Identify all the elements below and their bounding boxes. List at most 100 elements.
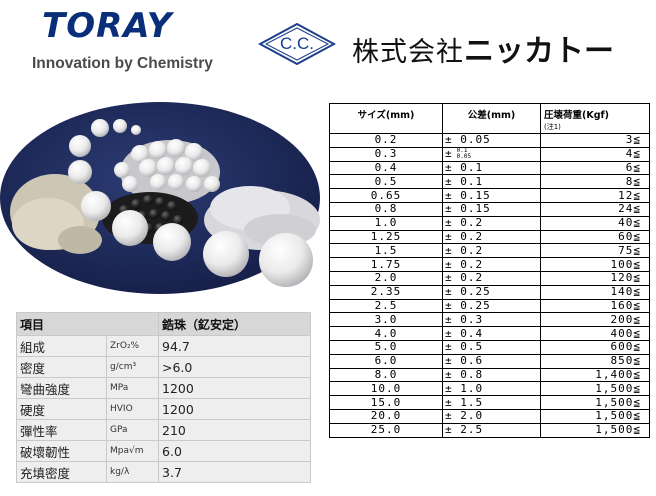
- size-cell: 4.0: [329, 326, 443, 341]
- tolerance-stack: 0.1 0.05: [457, 148, 471, 160]
- ball-medium-2: [112, 210, 148, 246]
- cc-mark-text: C.C.: [280, 34, 314, 53]
- header-crush-load-note: (注1): [544, 123, 561, 131]
- size-table-body: 0.2 ± 0.05 3≦ 0.3 ±0.1 0.05 4≦ 0.4 ± 0.1 6≦ 0.5 ± 0…: [329, 133, 650, 438]
- table-row: 2.0 ± 0.2 120≦: [329, 270, 650, 286]
- size-cell: 2.0: [329, 270, 443, 286]
- ball-small-3: [131, 125, 141, 135]
- table-row: 2.35 ± 0.25 140≦: [329, 284, 650, 300]
- header-tolerance: 公差(mm): [442, 103, 541, 134]
- tolerance-cell: ± 0.5: [442, 339, 541, 355]
- table-row: 1.75 ± 0.2 100≦: [329, 257, 650, 272]
- tolerance-cell: ± 0.2: [442, 229, 541, 245]
- size-cell: 0.3: [329, 146, 443, 162]
- tolerance-cell: ± 0.2: [442, 215, 541, 231]
- crush-load-cell: 1,500≦: [540, 395, 650, 410]
- table-row: 4.0 ± 0.4 400≦: [329, 326, 650, 341]
- tolerance-cell: ± 0.25: [442, 284, 541, 300]
- size-cell: 1.75: [329, 257, 443, 272]
- size-cell: 20.0: [329, 408, 443, 424]
- tolerance-lower: 0.05: [456, 153, 472, 161]
- tolerance-cell: ± 0.1: [442, 174, 541, 190]
- size-cell: 5.0: [329, 339, 443, 355]
- crush-load-cell: 600≦: [540, 339, 650, 355]
- size-cell: 1.0: [329, 215, 443, 231]
- crush-load-cell: 8≦: [540, 174, 650, 190]
- company-name: 株式会社ニッカトー: [352, 26, 614, 70]
- table-row: 破壞韌性 Mpa√m 6.0: [16, 440, 312, 462]
- property-unit: MPa: [105, 377, 160, 399]
- size-cell: 0.65: [329, 188, 443, 203]
- header-crush-load-label: 圧壊荷重(Kgf): [544, 110, 609, 121]
- table-row: 彎曲強度 MPa 1200: [16, 377, 312, 399]
- toray-brand-name: TORAY: [42, 6, 173, 46]
- tolerance-cell: ± 1.5: [442, 395, 541, 410]
- tolerance-cell: ± 0.2: [442, 243, 541, 259]
- property-value: 6.0: [158, 440, 312, 462]
- size-cell: 3.0: [329, 312, 443, 328]
- property-value: >6.0: [158, 356, 312, 378]
- crush-load-cell: 1,500≦: [540, 408, 650, 424]
- crush-load-cell: 1,500≦: [540, 422, 650, 438]
- table-row: 充填密度 kg/λ 3.7: [16, 461, 312, 483]
- tolerance-cell: ± 0.2: [442, 257, 541, 272]
- property-name: 彎曲強度: [16, 377, 107, 399]
- tolerance-cell: ± 0.15: [442, 201, 541, 217]
- table-row: 1.0 ± 0.2 40≦: [329, 215, 650, 231]
- ball-large-1: [153, 223, 191, 261]
- properties-header-row: 項目 鋯珠（釔安定）: [15, 312, 312, 336]
- size-cell: 6.0: [329, 353, 443, 369]
- size-cell: 8.0: [329, 367, 443, 383]
- crush-load-cell: 40≦: [540, 215, 650, 231]
- company-name-kanji: 株式会社: [352, 37, 464, 68]
- crush-load-cell: 160≦: [540, 298, 650, 314]
- property-value: 3.7: [158, 461, 312, 483]
- tolerance-cell: ± 0.25: [442, 298, 541, 314]
- property-name: 組成: [16, 335, 107, 357]
- size-cell: 0.5: [329, 174, 443, 190]
- crush-load-cell: 400≦: [540, 326, 650, 341]
- table-row: 硬度 HVIO 1200: [16, 398, 312, 420]
- crush-load-cell: 200≦: [540, 312, 650, 328]
- header-size: サイズ(mm): [329, 103, 443, 134]
- crush-load-cell: 6≦: [540, 160, 650, 176]
- property-unit: Mpa√m: [105, 440, 160, 462]
- ball-small-1: [91, 119, 109, 137]
- tolerance-sign: ±: [445, 147, 453, 161]
- size-cell: 2.5: [329, 298, 443, 314]
- size-cell: 0.8: [329, 201, 443, 217]
- size-cell: 0.2: [329, 133, 443, 148]
- table-row: 0.2 ± 0.05 3≦: [329, 133, 650, 148]
- table-row: 10.0 ± 1.0 1,500≦: [329, 381, 650, 397]
- table-row: 彈性率 GPa 210: [16, 419, 312, 441]
- size-cell: 2.35: [329, 284, 443, 300]
- size-cell: 0.4: [329, 160, 443, 176]
- property-value: 1200: [158, 377, 312, 399]
- property-name: 充填密度: [16, 461, 107, 483]
- crush-load-cell: 1,500≦: [540, 381, 650, 397]
- properties-table: 項目 鋯珠（釔安定） 組成 ZrO₂% 94.7 密度 g/cm³ >6.0 彎…: [15, 312, 312, 483]
- property-value: 94.7: [158, 335, 312, 357]
- property-name: 硬度: [16, 398, 107, 420]
- ball-large-3: [259, 233, 313, 287]
- property-name: 彈性率: [16, 419, 107, 441]
- tolerance-cell: ± 0.3: [442, 312, 541, 328]
- tolerance-cell: ± 0.8: [442, 367, 541, 383]
- size-cell: 10.0: [329, 381, 443, 397]
- ball-small-2: [113, 119, 127, 133]
- toray-logo: TORAY Innovation by Chemistry: [28, 6, 238, 80]
- crush-load-cell: 12≦: [540, 188, 650, 203]
- table-row: 0.5 ± 0.1 8≦: [329, 174, 650, 190]
- product-photo: [0, 100, 322, 296]
- crush-load-cell: 60≦: [540, 229, 650, 245]
- property-value: 1200: [158, 398, 312, 420]
- company-name-kana: ニッカトー: [464, 34, 614, 69]
- property-unit: HVIO: [105, 398, 160, 420]
- tolerance-cell: ± 2.0: [442, 408, 541, 424]
- crush-load-cell: 75≦: [540, 243, 650, 259]
- table-row: 0.4 ± 0.1 6≦: [329, 160, 650, 176]
- tolerance-cell: ± 0.15: [442, 188, 541, 203]
- table-row: 20.0 ± 2.0 1,500≦: [329, 408, 650, 424]
- table-row: 2.5 ± 0.25 160≦: [329, 298, 650, 314]
- size-table-header-row: サイズ(mm) 公差(mm) 圧壊荷重(Kgf) (注1): [329, 103, 650, 134]
